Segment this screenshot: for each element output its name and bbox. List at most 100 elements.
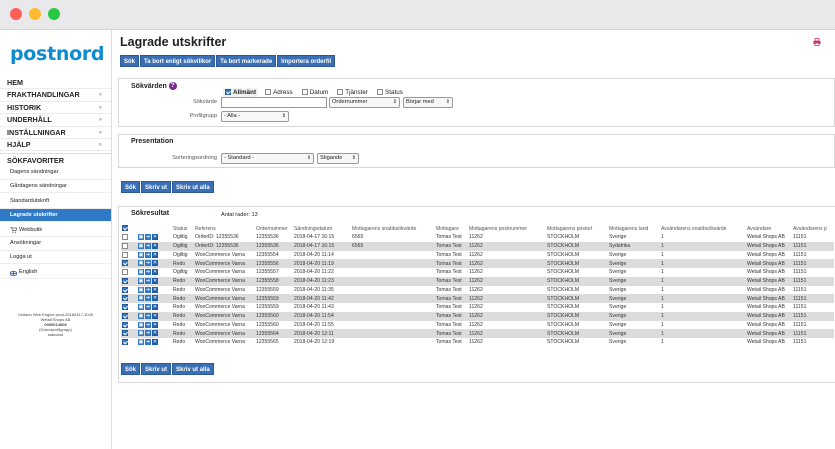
nav-item-hem[interactable]: HEM: [0, 77, 111, 90]
import-orderfile-button[interactable]: Importera orderfil: [277, 55, 336, 67]
nav-item-frakthandlingar[interactable]: FRAKTHANDLINGAR »: [0, 89, 111, 102]
nav-item-underhall[interactable]: UNDERHÅLL »: [0, 114, 111, 127]
delete-icon[interactable]: ✕: [152, 260, 158, 267]
nav-item-logga-ut[interactable]: Logga ut: [0, 251, 111, 265]
nav-item-installningar[interactable]: INSTÄLLNINGAR »: [0, 127, 111, 139]
delete-icon[interactable]: ✕: [152, 339, 158, 346]
row-select-cell[interactable]: [121, 303, 137, 312]
favorite-dagens-sandningar[interactable]: Dagens sändningar: [0, 166, 111, 180]
nav-item-webbutik[interactable]: Webbutik: [0, 224, 111, 238]
search-button[interactable]: Sök: [120, 55, 140, 67]
row-checkbox[interactable]: [122, 234, 128, 241]
row-select-cell[interactable]: [121, 311, 137, 321]
delete-by-criteria-button[interactable]: Ta bort enligt sökvillkor: [140, 55, 216, 67]
table-row[interactable]: ▣ ➔ ✕ Redo WooCommerce Varna 12355558 2018-04-…: [121, 276, 834, 286]
delete-icon[interactable]: ✕: [152, 304, 158, 311]
table-row[interactable]: ▣ ➔ ✕ Redo WooCommerce Varna 12355559 2018-04-…: [121, 285, 834, 295]
edit-arrow-icon[interactable]: ➔: [145, 277, 151, 284]
profilgrupp-select[interactable]: - Alla - ⇕: [221, 111, 289, 122]
row-checkbox[interactable]: [122, 330, 128, 337]
table-row[interactable]: ▣ ➔ ✕ Redo WooCommerce Varna 12355564 2018-04-…: [121, 329, 834, 338]
search-button[interactable]: Sök: [121, 363, 141, 375]
minimize-window-button[interactable]: [29, 8, 41, 20]
edit-arrow-icon[interactable]: ➔: [145, 251, 151, 258]
table-row[interactable]: ▣ ➔ ✕ Redo WooCommerce Varna 12355559 2018-04-…: [121, 294, 834, 303]
copy-icon[interactable]: ▣: [138, 312, 144, 319]
row-checkbox[interactable]: [122, 312, 128, 319]
edit-arrow-icon[interactable]: ➔: [145, 260, 151, 267]
delete-selected-button[interactable]: Ta bort markerade: [216, 55, 277, 67]
row-select-cell[interactable]: [121, 285, 137, 295]
print-all-button[interactable]: Skriv ut alla: [172, 181, 214, 193]
sort-order-select[interactable]: - Standard - ⇕: [221, 153, 314, 164]
row-checkbox[interactable]: [122, 304, 128, 311]
edit-arrow-icon[interactable]: ➔: [145, 242, 151, 249]
row-select-cell[interactable]: [121, 233, 137, 242]
help-icon[interactable]: ?: [168, 82, 177, 90]
row-checkbox[interactable]: [122, 269, 128, 276]
delete-icon[interactable]: ✕: [152, 312, 158, 319]
delete-icon[interactable]: ✕: [152, 295, 158, 302]
row-select-cell[interactable]: [121, 250, 137, 260]
edit-arrow-icon[interactable]: ➔: [145, 321, 151, 328]
copy-icon[interactable]: ▣: [138, 269, 144, 276]
copy-icon[interactable]: ▣: [138, 277, 144, 284]
search-value-input[interactable]: [221, 97, 327, 108]
match-type-select[interactable]: Börjar med ⇕: [403, 97, 453, 108]
delete-icon[interactable]: ✕: [152, 277, 158, 284]
delete-icon[interactable]: ✕: [152, 286, 158, 293]
favorite-gardagens-sandningar[interactable]: Gårdagens sändningar: [0, 180, 111, 194]
nav-item-historik[interactable]: HISTORIK »: [0, 102, 111, 115]
delete-icon[interactable]: ✕: [152, 321, 158, 328]
table-row[interactable]: ▣ ➔ ✕ Redo WooCommerce Varna 12355565 2018-04-…: [121, 338, 834, 347]
favorite-lagrade-utskrifter[interactable]: Lagrade utskrifter: [0, 208, 111, 222]
row-checkbox[interactable]: [122, 242, 128, 249]
copy-icon[interactable]: ▣: [138, 234, 144, 241]
table-row[interactable]: ▣ ➔ ✕ Redo WooCommerce Varna 12355556 2018-04-…: [121, 259, 834, 268]
copy-icon[interactable]: ▣: [138, 304, 144, 311]
row-select-cell[interactable]: [121, 241, 137, 251]
delete-icon[interactable]: ✕: [152, 330, 158, 337]
row-select-cell[interactable]: [121, 320, 137, 330]
edit-arrow-icon[interactable]: ➔: [145, 312, 151, 319]
copy-icon[interactable]: ▣: [138, 286, 144, 293]
edit-arrow-icon[interactable]: ➔: [145, 269, 151, 276]
search-field-select[interactable]: Ordernummer ⇕: [329, 97, 400, 108]
nav-item-ansokningar[interactable]: Ansökningar: [0, 237, 111, 251]
close-window-button[interactable]: [10, 8, 22, 20]
delete-icon[interactable]: ✕: [152, 269, 158, 276]
print-button[interactable]: Skriv ut: [141, 181, 172, 193]
favorite-standardutskrift[interactable]: Standardutskrift: [0, 195, 111, 209]
edit-arrow-icon[interactable]: ➔: [145, 330, 151, 337]
row-checkbox[interactable]: [122, 286, 128, 293]
delete-icon[interactable]: ✕: [152, 242, 158, 249]
row-select-cell[interactable]: [121, 268, 137, 277]
table-row[interactable]: ▣ ➔ ✕ Redo WooCommerce Varna 12355559 2018-04-…: [121, 303, 834, 312]
table-row[interactable]: ▣ ➔ ✕ Ogiltig OrderID: 12355536 12355536 2018-…: [121, 233, 834, 242]
maximize-window-button[interactable]: [48, 8, 60, 20]
row-checkbox[interactable]: [122, 277, 128, 284]
row-checkbox[interactable]: [122, 295, 128, 302]
row-select-cell[interactable]: [121, 338, 137, 347]
copy-icon[interactable]: ▣: [138, 260, 144, 267]
print-icon[interactable]: [813, 38, 821, 48]
copy-icon[interactable]: ▣: [138, 251, 144, 258]
delete-icon[interactable]: ✕: [152, 234, 158, 241]
copy-icon[interactable]: ▣: [138, 339, 144, 346]
row-checkbox[interactable]: [122, 321, 128, 328]
copy-icon[interactable]: ▣: [138, 295, 144, 302]
print-button[interactable]: Skriv ut: [141, 363, 172, 375]
print-all-button[interactable]: Skriv ut alla: [172, 363, 214, 375]
edit-arrow-icon[interactable]: ➔: [145, 286, 151, 293]
edit-arrow-icon[interactable]: ➔: [145, 295, 151, 302]
nav-item-hjalp[interactable]: HJÄLP »: [0, 139, 111, 152]
delete-icon[interactable]: ✕: [152, 251, 158, 258]
table-row[interactable]: ▣ ➔ ✕ Ogiltig OrderID: 12355536 12355536 2018-…: [121, 241, 834, 251]
row-select-cell[interactable]: [121, 329, 137, 338]
sort-direction-select[interactable]: Stigande ⇕: [317, 153, 359, 164]
table-row[interactable]: ▣ ➔ ✕ Redo WooCommerce Varna 12355560 2018-04-…: [121, 311, 834, 321]
select-all-checkbox[interactable]: [122, 225, 128, 232]
row-checkbox[interactable]: [122, 251, 128, 258]
edit-arrow-icon[interactable]: ➔: [145, 304, 151, 311]
copy-icon[interactable]: ▣: [138, 242, 144, 249]
